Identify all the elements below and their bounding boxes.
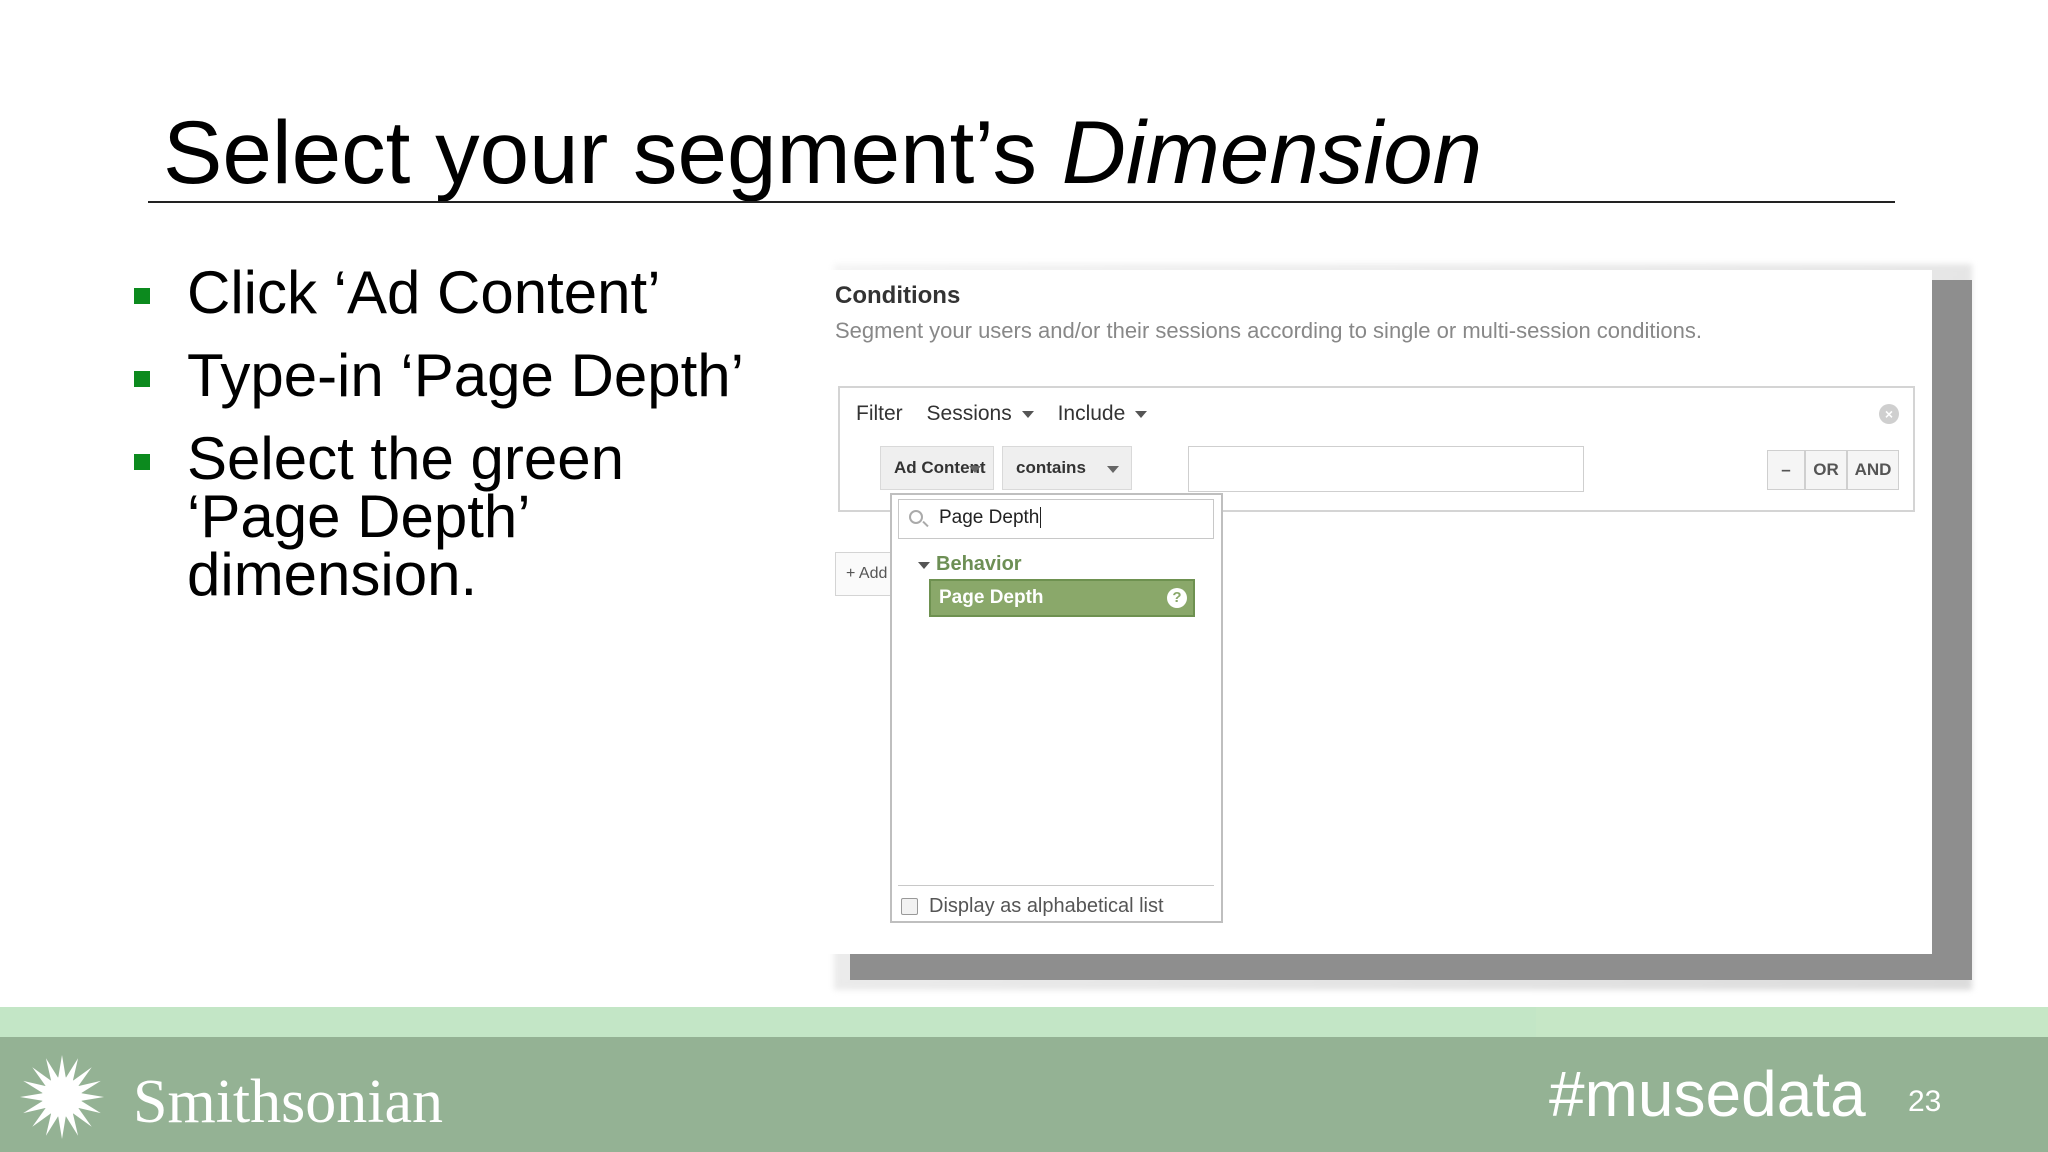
chevron-down-icon (1107, 466, 1119, 473)
bullet-square-icon (134, 371, 150, 387)
bullet-list: Click ‘Ad Content’ Type-in ‘Page Depth’ … (134, 263, 784, 629)
behavior-group-label: Behavior (936, 553, 1022, 575)
bullet-item: Click ‘Ad Content’ (134, 263, 784, 323)
operator-dropdown-label: contains (1016, 458, 1086, 477)
filter-scope-dropdown[interactable]: Sessions (927, 402, 1034, 425)
slide-title-plain: Select your segment’s (163, 102, 1062, 202)
hashtag: #musedata (1549, 1058, 1866, 1130)
footer: Smithsonian #musedata 23 (0, 1037, 2048, 1152)
bullet-text: Type-in ‘Page Depth’ (187, 342, 744, 409)
operator-dropdown[interactable]: contains (1002, 446, 1132, 490)
alphabetical-checkbox[interactable] (901, 898, 918, 915)
slide-title: Select your segment’s Dimension (163, 108, 1482, 197)
add-filter-button[interactable]: + Add (835, 552, 895, 596)
or-button[interactable]: OR (1805, 450, 1847, 490)
page-depth-option[interactable]: Page Depth ? (929, 579, 1195, 617)
search-icon (909, 510, 923, 524)
help-icon[interactable]: ? (1167, 588, 1187, 608)
and-button[interactable]: AND (1847, 450, 1899, 490)
bullet-square-icon (134, 454, 150, 470)
bullet-text: Select the green ‘Page Depth’ dimension. (187, 425, 624, 608)
behavior-group-toggle[interactable]: Behavior (920, 553, 1022, 576)
conditions-subtitle: Segment your users and/or their sessions… (835, 318, 1702, 343)
footer-band (0, 1007, 2048, 1037)
filter-scope-label: Sessions (926, 402, 1012, 425)
chevron-down-icon (1021, 410, 1034, 418)
smithsonian-logo-text: Smithsonian (133, 1068, 444, 1136)
filter-label: Filter (856, 402, 903, 425)
chevron-down-icon (1135, 410, 1148, 418)
alphabetical-label: Display as alphabetical list (929, 895, 1164, 917)
title-underline (148, 201, 1895, 203)
bullet-item: Type-in ‘Page Depth’ (134, 346, 784, 406)
bullet-text: Click ‘Ad Content’ (187, 259, 661, 326)
page-number: 23 (1908, 1085, 1942, 1118)
picker-divider (898, 885, 1214, 886)
segment-conditions-screenshot: Conditions Segment your users and/or the… (822, 270, 1932, 954)
chevron-down-icon (969, 466, 981, 473)
footer-band-right (1536, 1007, 2048, 1037)
bullet-square-icon (134, 288, 150, 304)
condition-button-group: – OR AND (1767, 450, 1899, 490)
dimension-picker: Page Depth Behavior Page Depth ? Display… (890, 493, 1223, 923)
filter-row: Filter Sessions Include (856, 402, 1165, 426)
bullet-item: Select the green ‘Page Depth’ dimension. (134, 429, 784, 605)
filter-mode-label: Include (1057, 402, 1126, 425)
remove-condition-button[interactable]: – (1767, 450, 1805, 490)
slide-title-italic: Dimension (1061, 102, 1483, 202)
page-depth-option-label: Page Depth (939, 587, 1044, 608)
smithsonian-sun-icon (20, 1055, 104, 1139)
condition-value-input[interactable] (1188, 446, 1584, 492)
dimension-search-value: Page Depth (939, 507, 1040, 528)
dimension-dropdown[interactable]: Ad Content (880, 446, 994, 490)
dimension-search-input[interactable]: Page Depth (898, 499, 1214, 539)
filter-mode-dropdown[interactable]: Include (1058, 402, 1148, 425)
remove-filter-icon[interactable]: × (1879, 404, 1899, 424)
conditions-title: Conditions (835, 282, 961, 309)
